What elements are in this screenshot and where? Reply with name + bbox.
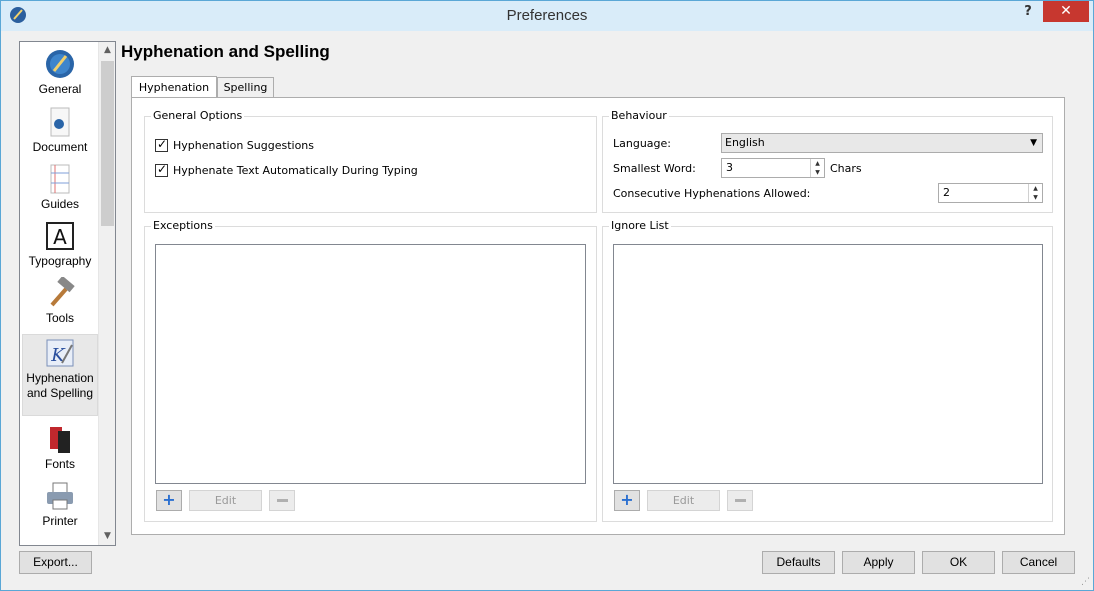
group-title: Exceptions	[151, 219, 215, 232]
page-title: Hyphenation and Spelling	[121, 42, 330, 61]
sidebar-item-label: Document	[32, 140, 88, 154]
plus-icon: +	[620, 490, 634, 509]
group-title: Behaviour	[609, 109, 669, 122]
minus-icon	[276, 499, 288, 502]
svg-text:A: A	[53, 225, 67, 249]
window-title: Preferences	[506, 7, 588, 24]
sidebar-item-typography[interactable]: A Typography	[22, 220, 98, 275]
scroll-up-arrow-icon[interactable]: ▲	[99, 42, 115, 59]
spin-arrows-icon[interactable]: ▲ ▼	[810, 159, 824, 177]
sidebar-item-guides[interactable]: Guides	[22, 163, 98, 218]
minus-icon	[734, 499, 746, 502]
hyphenate-automatically-checkbox[interactable]	[155, 162, 168, 177]
printer-icon	[47, 482, 73, 510]
smallest-word-value: 3	[726, 161, 733, 174]
sidebar-item-fonts[interactable]: Fonts	[22, 423, 98, 478]
edit-ignore-button[interactable]: Edit	[647, 490, 720, 511]
category-sidebar: General Document Guides A Typography Too…	[19, 41, 116, 546]
fonts-icon	[50, 427, 70, 453]
typography-icon: A	[46, 222, 74, 250]
sidebar-item-tools[interactable]: Tools	[22, 277, 98, 332]
export-button[interactable]: Export...	[19, 551, 92, 574]
title-bar: Preferences ? ✕	[1, 1, 1093, 31]
smallest-word-label: Smallest Word:	[613, 162, 696, 175]
group-title: Ignore List	[609, 219, 671, 232]
tab-hyphenation[interactable]: Hyphenation	[131, 76, 217, 98]
consecutive-hyphenations-value: 2	[943, 186, 950, 199]
consecutive-hyphenations-label: Consecutive Hyphenations Allowed:	[613, 187, 811, 200]
checkbox-label: Hyphenate Text Automatically During Typi…	[173, 163, 418, 177]
hyphenation-panel: General Options Hyphenation Suggestions …	[131, 97, 1065, 535]
sidebar-scrollbar[interactable]: ▲ ▼	[98, 42, 115, 545]
scroll-thumb[interactable]	[101, 61, 114, 226]
sidebar-item-label: Tools	[45, 311, 74, 325]
scroll-down-arrow-icon[interactable]: ▼	[99, 528, 115, 545]
resize-grip-icon[interactable]: ⋰	[1081, 577, 1090, 587]
sidebar-item-document[interactable]: Document	[22, 106, 98, 161]
sidebar-item-label-line2: and Spelling	[26, 386, 94, 400]
consecutive-hyphenations-spinbox[interactable]: 2 ▲ ▼	[938, 183, 1043, 203]
checkbox-label: Hyphenation Suggestions	[173, 138, 315, 152]
language-select[interactable]: English ▼	[721, 133, 1043, 153]
ok-button[interactable]: OK	[922, 551, 995, 574]
sidebar-item-label: Guides	[40, 197, 80, 211]
remove-exception-button[interactable]	[269, 490, 295, 511]
cancel-button[interactable]: Cancel	[1002, 551, 1075, 574]
general-icon	[46, 50, 74, 78]
sidebar-item-label: Printer	[42, 514, 78, 528]
exceptions-list[interactable]	[155, 244, 586, 484]
exceptions-group: Exceptions + Edit	[144, 219, 597, 522]
edit-exception-button[interactable]: Edit	[189, 490, 262, 511]
tab-spelling[interactable]: Spelling	[217, 77, 274, 98]
close-button[interactable]: ✕	[1043, 1, 1089, 22]
smallest-word-unit: Chars	[830, 162, 862, 175]
sidebar-item-label: General	[38, 82, 82, 96]
hyphenation-suggestions-checkbox[interactable]	[155, 137, 168, 152]
hyphenation-suggestions-option[interactable]: Hyphenation Suggestions	[155, 137, 314, 153]
plus-icon: +	[162, 490, 176, 509]
hyphenate-automatically-option[interactable]: Hyphenate Text Automatically During Typi…	[155, 162, 418, 178]
sidebar-item-hyphenation-and-spelling[interactable]: K Hyphenation and Spelling	[22, 334, 98, 416]
ignore-list[interactable]	[613, 244, 1043, 484]
dropdown-arrow-icon: ▼	[1030, 138, 1037, 148]
svg-text:K: K	[50, 345, 66, 366]
group-title: General Options	[151, 109, 245, 122]
guides-icon	[50, 164, 70, 194]
apply-button[interactable]: Apply	[842, 551, 915, 574]
add-exception-button[interactable]: +	[156, 490, 182, 511]
help-button[interactable]: ?	[1018, 4, 1038, 24]
spin-arrows-icon[interactable]: ▲ ▼	[1028, 184, 1042, 202]
language-value: English	[725, 136, 765, 149]
hyphenation-icon: K	[46, 339, 74, 367]
remove-ignore-button[interactable]	[727, 490, 753, 511]
sidebar-item-label: Typography	[28, 254, 92, 268]
document-icon	[50, 107, 70, 137]
tools-icon	[50, 277, 75, 307]
behaviour-group: Behaviour Language: English ▼ Smallest W…	[602, 109, 1053, 213]
general-options-group: General Options Hyphenation Suggestions …	[144, 109, 597, 213]
ignore-list-group: Ignore List + Edit	[602, 219, 1053, 522]
sidebar-item-general[interactable]: General	[22, 48, 98, 103]
smallest-word-spinbox[interactable]: 3 ▲ ▼	[721, 158, 825, 178]
defaults-button[interactable]: Defaults	[762, 551, 835, 574]
add-ignore-button[interactable]: +	[614, 490, 640, 511]
sidebar-item-printer[interactable]: Printer	[22, 480, 98, 535]
sidebar-item-label: Hyphenation	[26, 371, 94, 385]
preferences-window: Preferences ? ✕ General Document Guides …	[0, 0, 1094, 591]
sidebar-item-label: Fonts	[44, 457, 75, 471]
language-label: Language:	[613, 137, 671, 150]
